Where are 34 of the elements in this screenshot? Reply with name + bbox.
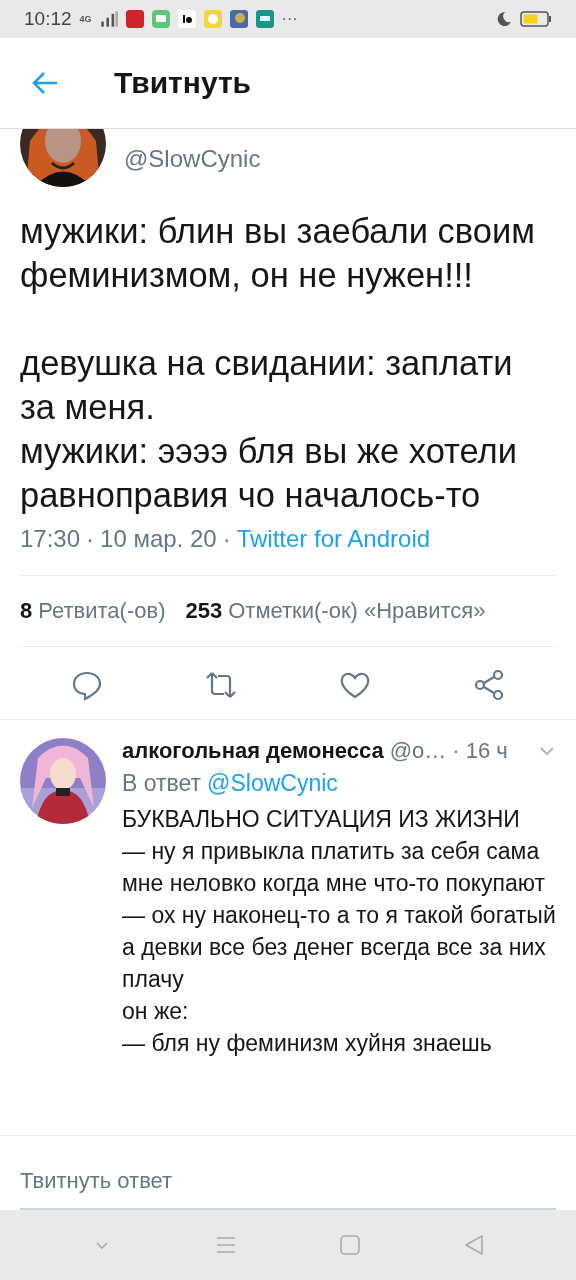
- tweet-date: 10 мар. 20: [100, 525, 217, 553]
- reply-text: БУКВАЛЬНО СИТУАЦИЯ ИЗ ЖИЗНИ — ну я привыкла платить за себя сама мне неловко когда мне что-то покупают — ох ну наконец-то а то я такой богатый а девки все без денег всегда все за них плачу он же: — бля ну феминизм хуйня знаешь: [122, 805, 556, 1058]
- reply-icon[interactable]: [71, 669, 103, 701]
- dot-separator: ·: [222, 525, 231, 553]
- notification-icon: [229, 10, 248, 28]
- stat-count[interactable]: 8: [20, 598, 33, 624]
- tweet-text: мужики: блин вы заебали своим феминизмом, он не нужен!!! девушка на свидании: заплати за меня. мужики: ээээ бля вы же хотели равноправия чо началось-то: [20, 211, 536, 516]
- stat-count[interactable]: 253: [185, 598, 223, 624]
- network-label: 4G: [79, 14, 92, 24]
- screen-title: Твитнуть: [114, 66, 252, 100]
- chat-icon: [151, 10, 170, 28]
- source-link[interactable]: Twitter for Android: [236, 525, 431, 553]
- share-icon[interactable]: [473, 669, 505, 701]
- more-notifications: ···: [281, 10, 298, 28]
- back-icon[interactable]: [463, 1234, 485, 1256]
- menu-icon[interactable]: [215, 1234, 237, 1256]
- notification-icon: [255, 10, 274, 28]
- notification-icon: [203, 10, 222, 28]
- user-handle[interactable]: @о…: [389, 738, 447, 764]
- battery-icon: [520, 10, 552, 28]
- stat-label[interactable]: Ретвита(-ов): [38, 598, 166, 624]
- notification-icon: [125, 10, 144, 28]
- tweet-age: · 16 ч: [452, 738, 508, 764]
- mention-link[interactable]: @SlowCynic: [207, 770, 338, 797]
- display-name[interactable]: алкогольная демонесса: [122, 738, 384, 764]
- dot-separator: ·: [86, 525, 95, 553]
- status-time: 10:12: [24, 8, 72, 30]
- tweet-time: 17:30: [20, 525, 81, 553]
- notification-icon: [177, 10, 196, 28]
- home-icon[interactable]: [339, 1234, 361, 1256]
- signal-icon: [99, 10, 118, 28]
- user-handle[interactable]: @SlowCynic: [124, 145, 261, 173]
- stat-label[interactable]: Отметки(-ок) «Нравится»: [228, 598, 486, 624]
- reply-to-label: В ответ: [122, 770, 202, 797]
